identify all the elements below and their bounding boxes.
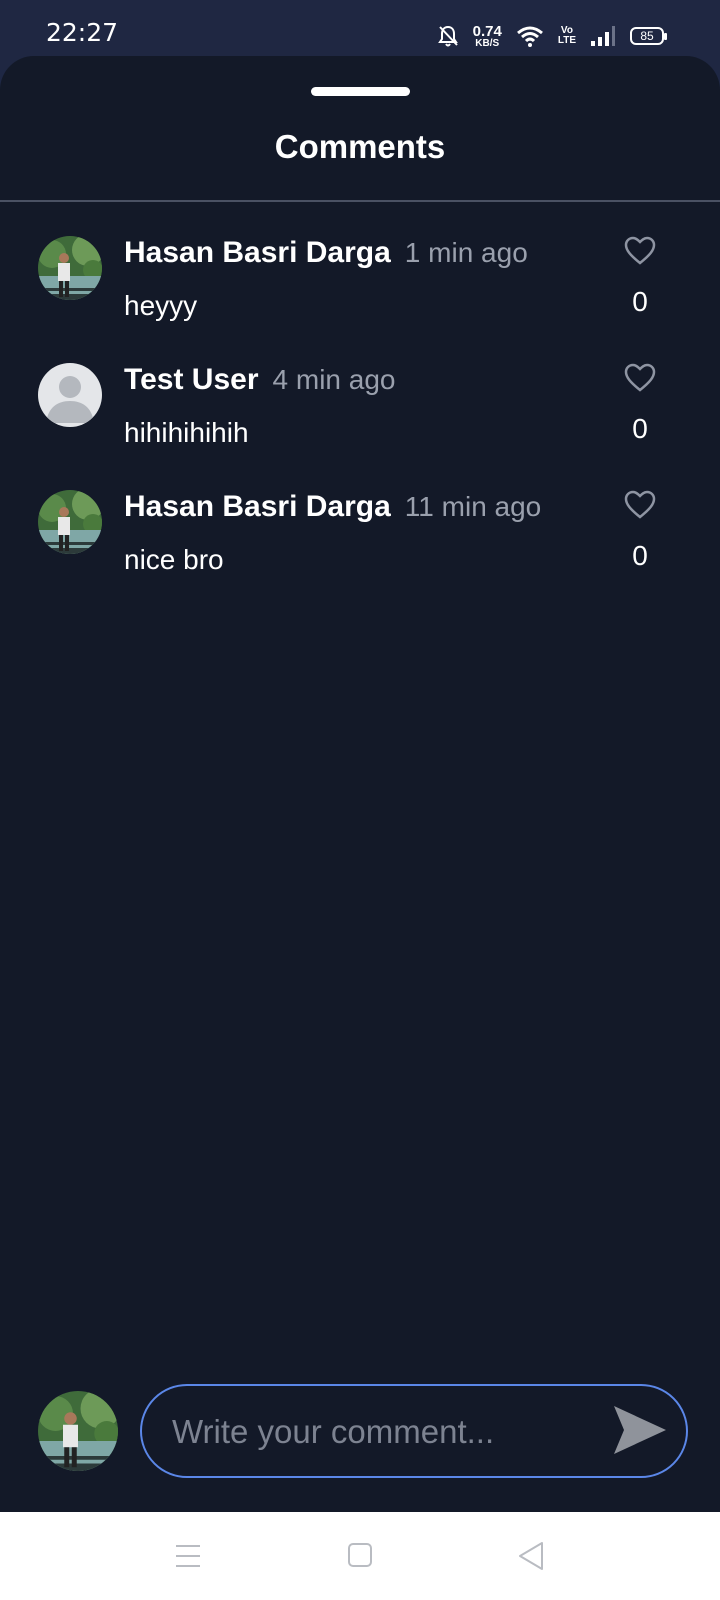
send-icon[interactable]: [612, 1404, 668, 1456]
like-count: 0: [632, 413, 648, 444]
user-photo: [38, 236, 102, 300]
net-speed-value: 0.74: [472, 22, 502, 40]
comment-author-name[interactable]: Test User: [124, 363, 259, 396]
comment-author-name[interactable]: Hasan Basri Darga: [124, 490, 391, 523]
menu-icon[interactable]: [168, 1538, 208, 1574]
comment-time: 11 min ago: [404, 491, 542, 522]
comment-time: 4 min ago: [272, 364, 396, 395]
avatar[interactable]: [38, 236, 102, 300]
volte-bottom: LTE: [557, 35, 576, 46]
heart-icon[interactable]: [624, 490, 656, 520]
battery-icon: 85: [630, 27, 667, 45]
avatar[interactable]: [38, 363, 102, 427]
system-nav-bar: [0, 1512, 720, 1600]
comment-text: heyyy: [124, 290, 198, 321]
avatar[interactable]: [38, 490, 102, 554]
comment-author[interactable]: Hasan Basri Darga 11 min ago: [124, 490, 541, 524]
home-icon[interactable]: [340, 1538, 380, 1574]
comment-author-name[interactable]: Hasan Basri Darga: [124, 236, 391, 269]
battery-level: 85: [640, 29, 654, 43]
comment-item: Hasan Basri Darga 11 min ago nice bro 0: [0, 490, 720, 600]
comment-item: Hasan Basri Darga 1 min ago heyyy 0: [0, 236, 720, 346]
user-photo: [38, 1391, 118, 1471]
status-time: 22:27: [46, 18, 119, 47]
comment-time: 1 min ago: [404, 237, 528, 268]
comment-input[interactable]: [172, 1408, 592, 1456]
volte-indicator: Vo LTE: [558, 26, 576, 46]
comment-author[interactable]: Test User 4 min ago: [124, 363, 395, 397]
comment-item: Test User 4 min ago hihihihihih 0: [0, 363, 720, 473]
comment-author[interactable]: Hasan Basri Darga 1 min ago: [124, 236, 528, 270]
title-divider: [0, 200, 720, 202]
net-speed: 0.74 KB/S: [473, 24, 502, 49]
composer-avatar: [38, 1391, 118, 1471]
sheet-title: Comments: [274, 128, 446, 165]
wifi-icon: [516, 26, 543, 47]
comment-text: nice bro: [124, 544, 224, 575]
heart-icon[interactable]: [624, 363, 656, 393]
user-photo: [38, 490, 102, 554]
heart-icon[interactable]: [624, 236, 656, 266]
status-icons: 0.74 KB/S Vo LTE 85: [437, 22, 667, 50]
like-count: 0: [632, 540, 648, 571]
like-count: 0: [632, 286, 648, 317]
comments-sheet: Comments Hasan Basri Darga 1 min ago heyy…: [0, 56, 720, 1512]
drag-handle[interactable]: [311, 87, 410, 96]
default-avatar-icon: [38, 363, 102, 427]
back-icon[interactable]: [512, 1538, 552, 1574]
signal-icon: [591, 26, 615, 46]
comment-field[interactable]: [140, 1384, 688, 1478]
comment-text: hihihihihih: [124, 417, 249, 448]
net-speed-unit: KB/S: [475, 37, 500, 49]
mute-bell-icon: [437, 25, 458, 47]
